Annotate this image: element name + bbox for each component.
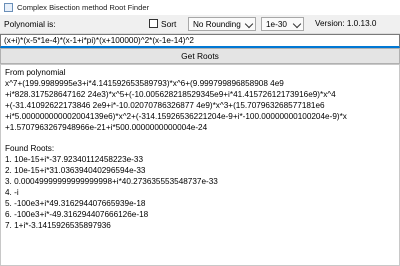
output-line: 6. -100e3+i*-49.316294407666126e-18 [5,209,149,219]
window-title: Complex Bisection method Root Finder [17,3,150,12]
sort-label[interactable]: Sort [161,19,176,29]
polynomial-input[interactable] [0,34,400,48]
title-bar: Complex Bisection method Root Finder [0,0,400,15]
output-line: x^7+(199.9989995e3+i*4.141592653589793)*… [5,78,284,88]
output-line: 1. 10e-15+i*-37.92340112458223e-33 [5,155,144,165]
sort-checkbox[interactable] [149,19,158,28]
output-line: +(-31.41092622173846 2e9+i*-10.020707863… [5,100,325,110]
chevron-down-icon [244,19,254,29]
output-line: 7. 1+i*-3.1415926535897936 [5,220,111,230]
output-line: +1.5707963267948966e-21+i*500.0000000000… [5,122,208,132]
output-line: 4. -i [5,187,19,197]
toolbar: Polynomial is: Sort No Rounding 1e-30 Ve… [0,15,400,34]
output-line: +i*828.317528647162 24e3)*x^5+(-10.00562… [5,89,336,99]
output-line: 2. 10e-15+i*31.036394040296594e-33 [5,166,146,176]
version-label: Version: 1.0.13.0 [315,19,377,28]
output-line: From polynomial [5,68,66,77]
output-line: +i*5.000000000002004139e6)*x^2+(-314.159… [5,111,347,121]
precision-dropdown[interactable]: 1e-30 [261,17,304,31]
get-roots-button[interactable]: Get Roots [0,48,400,64]
rounding-dropdown[interactable]: No Rounding [188,17,256,31]
output-textbox[interactable]: From polynomial x^7+(199.9989995e3+i*4.14… [0,64,400,266]
app-icon [4,3,13,12]
chevron-down-icon [292,19,302,29]
precision-value: 1e-30 [266,19,287,29]
output-line: 3. 0.00049999999999999998+i*40.273635553… [5,177,218,187]
polynomial-label: Polynomial is: [4,19,56,29]
output-line: 5. -100e3+i*49.316294407665939e-18 [5,198,146,208]
output-line: Found Roots: [5,144,55,154]
rounding-value: No Rounding [193,19,241,29]
